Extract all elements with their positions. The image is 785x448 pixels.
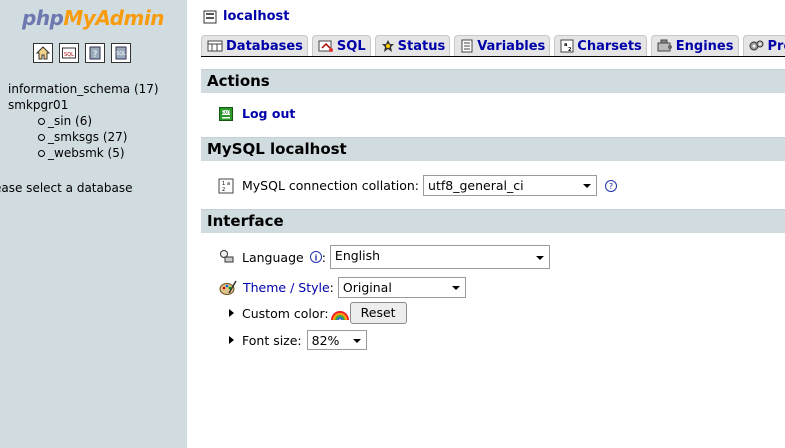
phpmyadmin-logo[interactable]: phpMyAdmin xyxy=(22,6,164,30)
theme-select[interactable]: Original xyxy=(337,277,466,298)
actions-section-title: Actions xyxy=(201,69,785,93)
svg-text:SQL: SQL xyxy=(64,52,74,58)
font-size-row: Font size: 82% xyxy=(229,330,367,350)
navigation-frame: phpMyAdmin SQL ? SQL information_schema … xyxy=(0,0,187,448)
tab-charsets[interactable]: a2 Charsets xyxy=(554,35,647,56)
query-window-icon[interactable]: SQL xyxy=(59,43,79,63)
tab-engines[interactable]: Engines xyxy=(650,35,739,56)
theme-style-link[interactable]: Theme / Style xyxy=(243,280,330,295)
help-icon[interactable]: ? xyxy=(605,179,618,192)
collation-row: 1a2 MySQL connection collation: utf8_gen… xyxy=(218,175,618,196)
font-size-value: 82% xyxy=(311,333,340,348)
status-icon xyxy=(381,40,394,52)
svg-text:2: 2 xyxy=(222,187,225,193)
tab-variables-label: Variables xyxy=(477,38,546,54)
charsets-icon: a2 xyxy=(560,39,574,53)
rainbow-color-picker-icon[interactable] xyxy=(330,305,349,321)
logout-link[interactable]: Log out xyxy=(242,106,295,121)
svg-text:EXIT: EXIT xyxy=(222,110,231,115)
server-tabs: Databases SQL Status Variables a2 Charse… xyxy=(201,35,785,57)
database-item-websmk[interactable]: _websmk (5) xyxy=(38,145,159,161)
theme-row: Theme / Style : Original xyxy=(219,277,466,298)
processes-icon xyxy=(749,40,763,51)
svg-text:a: a xyxy=(227,181,230,187)
expand-arrow-icon[interactable] xyxy=(229,336,234,344)
tab-databases-label: Databases xyxy=(226,38,303,54)
variables-icon xyxy=(461,39,473,53)
collation-select[interactable]: utf8_general_ci xyxy=(423,175,598,196)
svg-text:?: ? xyxy=(609,182,613,191)
chevron-down-icon xyxy=(535,256,544,260)
chevron-down-icon xyxy=(583,184,592,188)
language-label: Language xyxy=(242,249,304,265)
language-row: Language i : English xyxy=(219,245,550,269)
tab-status-label: Status xyxy=(397,38,446,54)
tab-processes[interactable]: Processes xyxy=(742,35,785,56)
logout-row: EXIT Log out xyxy=(219,106,295,121)
documentation-icon[interactable]: ? xyxy=(85,43,105,63)
tab-variables[interactable]: Variables xyxy=(454,35,551,56)
chevron-down-icon xyxy=(451,286,460,290)
info-icon: i xyxy=(309,251,322,263)
collation-label: MySQL connection collation: xyxy=(242,178,420,193)
database-subgroup: _sin (6) _smksgs (27) _websmk (5) xyxy=(8,113,159,161)
tab-engines-label: Engines xyxy=(675,38,734,54)
sql-icon xyxy=(318,40,333,52)
tab-status[interactable]: Status xyxy=(374,35,451,56)
collation-value: utf8_general_ci xyxy=(428,178,524,193)
tab-sql[interactable]: SQL xyxy=(311,35,371,56)
chevron-down-icon xyxy=(352,339,361,343)
expand-arrow-icon[interactable] xyxy=(229,309,234,317)
logo-myadmin-text: MyAdmin xyxy=(63,6,164,30)
custom-color-row: Custom color: Reset xyxy=(229,302,407,324)
svg-text:2: 2 xyxy=(568,47,572,53)
database-item-sin[interactable]: _sin (6) xyxy=(38,113,159,129)
svg-text:a: a xyxy=(564,42,567,48)
custom-color-label: Custom color: xyxy=(242,305,329,321)
sql-docs-icon[interactable]: SQL xyxy=(111,43,131,63)
svg-text:?: ? xyxy=(93,50,98,60)
database-group-smkpgr01[interactable]: smkpgr01 xyxy=(8,97,159,113)
logo-php-text: php xyxy=(22,6,64,30)
mysql-section-title: MySQL localhost xyxy=(201,137,785,161)
language-icon xyxy=(220,250,234,263)
database-item-smksgs[interactable]: _smksgs (27) xyxy=(38,129,159,145)
theme-palette-icon xyxy=(219,280,237,295)
tab-sql-label: SQL xyxy=(336,38,366,54)
server-breadcrumb: localhost xyxy=(203,9,289,24)
engines-icon xyxy=(657,39,672,52)
tab-charsets-label: Charsets xyxy=(577,38,642,54)
logout-icon: EXIT xyxy=(219,106,233,121)
tab-processes-label: Processes xyxy=(767,38,785,54)
select-database-hint: ease select a database xyxy=(0,181,133,195)
language-colon: : xyxy=(321,249,326,265)
svg-text:SQL: SQL xyxy=(116,51,126,57)
database-icon xyxy=(207,40,223,52)
theme-colon: : xyxy=(329,280,334,295)
database-list: information_schema (17) smkpgr01 _sin (6… xyxy=(8,81,159,161)
interface-section-title: Interface xyxy=(201,209,785,233)
svg-text:i: i xyxy=(314,254,317,263)
tab-databases[interactable]: Databases xyxy=(201,35,308,56)
theme-value: Original xyxy=(342,280,392,295)
database-item-information-schema[interactable]: information_schema (17) xyxy=(8,81,159,97)
language-value: English xyxy=(334,248,381,263)
quick-links: SQL ? SQL xyxy=(33,43,131,63)
collation-icon: 1 a2 xyxy=(218,178,234,193)
home-icon[interactable] xyxy=(33,43,53,63)
server-icon xyxy=(203,10,217,23)
font-size-select[interactable]: 82% xyxy=(306,330,367,350)
language-select[interactable]: English xyxy=(329,245,550,269)
main-frame: localhost Databases SQL Status Variables… xyxy=(187,0,785,448)
server-link[interactable]: localhost xyxy=(223,9,289,24)
font-size-label: Font size: xyxy=(242,332,302,348)
reset-button[interactable]: Reset xyxy=(349,302,407,324)
